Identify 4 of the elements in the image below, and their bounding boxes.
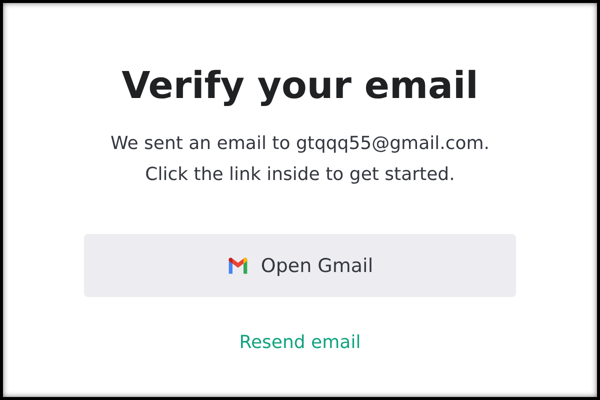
mail-icon	[226, 257, 249, 274]
message-text: We sent an email to gtqqq55@gmail.com. Click the link inside to get started.	[110, 132, 490, 187]
page-title: Verify your email	[122, 63, 478, 109]
open-gmail-button[interactable]: Open Gmail	[84, 234, 516, 297]
